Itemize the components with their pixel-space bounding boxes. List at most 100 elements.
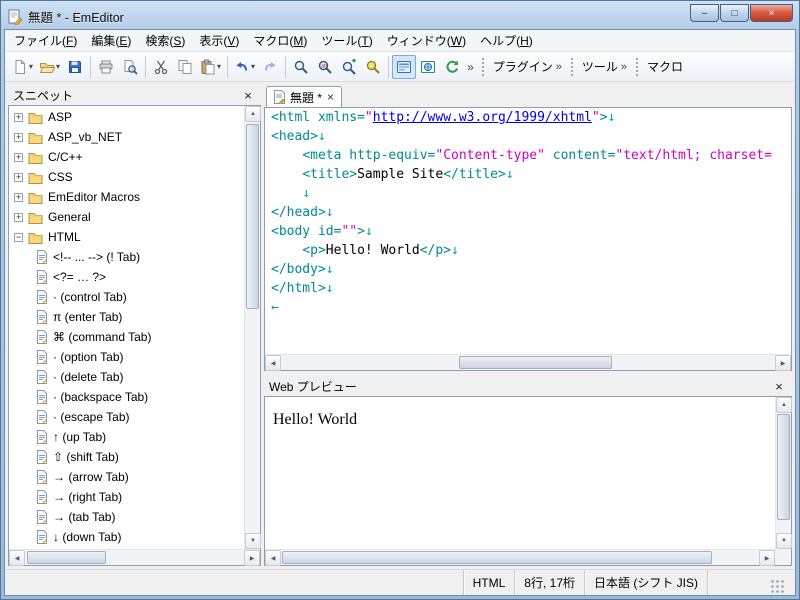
scroll-thumb[interactable]	[282, 551, 712, 564]
scroll-thumb[interactable]	[27, 551, 106, 564]
tab-close-icon[interactable]: ×	[326, 90, 335, 104]
snippet-item[interactable]: π (enter Tab)	[9, 307, 244, 327]
html-bar-button[interactable]	[392, 55, 416, 79]
tree-folder-emeditor-macros[interactable]: +EmEditor Macros	[9, 187, 244, 207]
snippet-item[interactable]: → (tab Tab)	[9, 507, 244, 527]
minimize-button[interactable]: –	[690, 4, 719, 22]
status-syntax[interactable]: HTML	[463, 570, 515, 595]
scroll-thumb[interactable]	[777, 414, 790, 520]
cut-button[interactable]	[149, 55, 173, 79]
close-button[interactable]: ×	[750, 4, 793, 22]
scroll-left-icon[interactable]: ◀	[265, 550, 281, 566]
open-dropdown-icon[interactable]: ▾	[56, 62, 60, 71]
undo-button[interactable]: ▾	[231, 55, 258, 79]
snippets-vertical-scrollbar[interactable]: ▲ ▼	[244, 106, 260, 549]
macros-menu[interactable]: マクロ	[643, 55, 687, 79]
toolbar-grip[interactable]	[635, 57, 639, 77]
close-snippets-button[interactable]: ×	[240, 87, 256, 103]
web-preview-button[interactable]	[416, 55, 440, 79]
scroll-up-icon[interactable]: ▲	[776, 397, 792, 413]
expand-icon[interactable]: +	[14, 193, 23, 202]
toolbar-overflow-chevron-icon[interactable]: »	[464, 60, 477, 74]
menu-macros[interactable]: マクロ(M)	[246, 30, 314, 51]
toolbar-grip[interactable]	[570, 57, 574, 77]
preview-horizontal-scrollbar[interactable]: ◀ ▶	[265, 549, 775, 565]
expand-icon[interactable]: +	[14, 133, 23, 142]
scroll-right-icon[interactable]: ▶	[759, 550, 775, 566]
replace-button[interactable]: ab	[313, 55, 337, 79]
scroll-track[interactable]	[776, 413, 791, 533]
copy-button[interactable]	[173, 55, 197, 79]
collapse-icon[interactable]: −	[14, 233, 23, 242]
status-encoding[interactable]: 日本語 (シフト JIS)	[584, 570, 707, 595]
tab-untitled[interactable]: 無題 * ×	[266, 86, 342, 107]
close-preview-button[interactable]: ×	[771, 378, 787, 394]
snippet-item[interactable]: · (backspace Tab)	[9, 387, 244, 407]
expand-icon[interactable]: +	[14, 173, 23, 182]
highlight-button[interactable]	[361, 55, 385, 79]
redo-button[interactable]	[258, 55, 282, 79]
paste-button[interactable]: ▾	[197, 55, 224, 79]
scroll-track[interactable]	[281, 355, 775, 370]
tools-menu-chevron-icon[interactable]: »	[621, 61, 627, 73]
snippets-horizontal-scrollbar[interactable]: ◀ ▶	[9, 549, 260, 565]
menu-edit[interactable]: 編集(E)	[84, 30, 138, 51]
browser-refresh-button[interactable]	[440, 55, 464, 79]
open-button[interactable]: ▾	[36, 55, 63, 79]
menu-view[interactable]: 表示(V)	[192, 30, 246, 51]
tree-folder-c-c[interactable]: +C/C++	[9, 147, 244, 167]
scroll-thumb[interactable]	[459, 356, 612, 369]
code-area[interactable]: <html xmlns="http://www.w3.org/1999/xhtm…	[265, 108, 791, 354]
snippet-item[interactable]: · (control Tab)	[9, 287, 244, 307]
menu-window[interactable]: ウィンドウ(W)	[380, 30, 473, 51]
snippet-item[interactable]: · (escape Tab)	[9, 407, 244, 427]
scroll-track[interactable]	[245, 122, 260, 533]
menu-file[interactable]: ファイル(F)	[7, 30, 84, 51]
new-document-button[interactable]: ▾	[9, 55, 36, 79]
tree-folder-css[interactable]: +CSS	[9, 167, 244, 187]
plugins-menu[interactable]: プラグイン»	[489, 55, 566, 79]
scroll-left-icon[interactable]: ◀	[265, 355, 281, 371]
status-cursor-position[interactable]: 8行, 17桁	[514, 570, 584, 595]
editor-horizontal-scrollbar[interactable]: ◀ ▶	[265, 354, 791, 370]
scroll-track[interactable]	[25, 550, 244, 565]
menu-tools[interactable]: ツール(T)	[314, 30, 379, 51]
menu-search[interactable]: 検索(S)	[138, 30, 192, 51]
paste-dropdown-icon[interactable]: ▾	[217, 62, 221, 71]
find-in-files-button[interactable]	[337, 55, 361, 79]
snippet-item[interactable]: <!-- ... --> (! Tab)	[9, 247, 244, 267]
preview-vertical-scrollbar[interactable]: ▲ ▼	[775, 397, 791, 549]
scroll-right-icon[interactable]: ▶	[775, 355, 791, 371]
snippet-item[interactable]: ⌘ (command Tab)	[9, 327, 244, 347]
tools-menu[interactable]: ツール»	[578, 55, 631, 79]
scroll-thumb[interactable]	[246, 124, 259, 309]
print-button[interactable]	[94, 55, 118, 79]
snippet-item[interactable]: ⇧ (shift Tab)	[9, 447, 244, 467]
scroll-down-icon[interactable]: ▼	[245, 533, 261, 549]
toolbar-grip[interactable]	[481, 57, 485, 77]
scroll-left-icon[interactable]: ◀	[9, 550, 25, 566]
snippet-item[interactable]: <?= … ?>	[9, 267, 244, 287]
expand-icon[interactable]: +	[14, 213, 23, 222]
snippet-item[interactable]: ↑ (up Tab)	[9, 427, 244, 447]
print-preview-button[interactable]	[118, 55, 142, 79]
tree-folder-html[interactable]: −HTML	[9, 227, 244, 247]
new-document-dropdown-icon[interactable]: ▾	[29, 62, 33, 71]
undo-dropdown-icon[interactable]: ▾	[251, 62, 255, 71]
scroll-up-icon[interactable]: ▲	[245, 106, 261, 122]
plugins-menu-chevron-icon[interactable]: »	[556, 61, 562, 73]
expand-icon[interactable]: +	[14, 113, 23, 122]
snippet-item[interactable]: · (option Tab)	[9, 347, 244, 367]
expand-icon[interactable]: +	[14, 153, 23, 162]
scroll-right-icon[interactable]: ▶	[244, 550, 260, 566]
tree-folder-asp[interactable]: +ASP	[9, 107, 244, 127]
snippet-item[interactable]: → (arrow Tab)	[9, 467, 244, 487]
maximize-button[interactable]: □	[720, 4, 749, 22]
scroll-down-icon[interactable]: ▼	[776, 533, 792, 549]
scroll-track[interactable]	[281, 550, 759, 565]
tree-folder-asp-vb-net[interactable]: +ASP_vb_NET	[9, 127, 244, 147]
title-bar[interactable]: 無題 * - EmEditor – □ ×	[4, 4, 796, 29]
snippet-item[interactable]: → (right Tab)	[9, 487, 244, 507]
menu-help[interactable]: ヘルプ(H)	[473, 30, 540, 51]
snippet-item[interactable]: · (delete Tab)	[9, 367, 244, 387]
